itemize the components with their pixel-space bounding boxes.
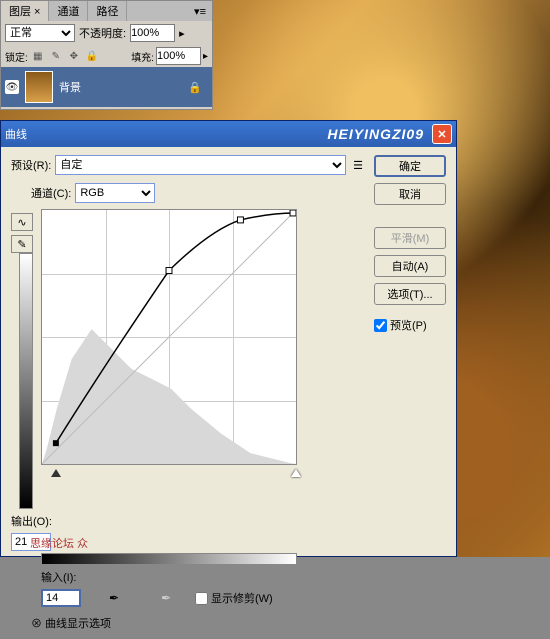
show-clipping-checkbox[interactable]: 显示修剪(W) [195,590,273,606]
curve-grid[interactable] [41,209,297,465]
auto-button[interactable]: 自动(A) [374,255,446,277]
fill-arrow-icon[interactable]: ▸ [203,51,208,62]
fill-label: 填充: [131,49,154,64]
gray-eyedropper-icon[interactable]: ✒ [131,589,149,607]
output-gradient [19,253,33,509]
visibility-icon[interactable]: 👁 [5,80,19,94]
blend-mode-select[interactable]: 正常 [5,24,75,42]
preset-select[interactable]: 自定 [55,155,346,175]
tab-channels[interactable]: 通道 [49,1,88,21]
dialog-brand: HEIYINGZI09 [27,126,432,142]
input-input[interactable] [41,589,81,607]
preset-label: 预设(R): [11,157,51,173]
options-button[interactable]: 选项(T)... [374,283,446,305]
dialog-title: 曲线 [5,126,27,142]
curve-line[interactable] [42,210,296,464]
watermark: 思缘论坛 众 [30,535,88,551]
close-icon[interactable]: ✕ [432,124,452,144]
preview-checkbox[interactable]: 预览(P) [374,317,446,333]
opacity-arrow-icon[interactable]: ▸ [179,27,185,40]
panel-menu-icon[interactable]: ▾≡ [188,5,212,18]
expand-icon[interactable]: ⊗ [31,618,42,630]
channel-select[interactable]: RGB [75,183,155,203]
layer-name: 背景 [59,79,81,95]
lock-paint-icon[interactable]: ✎ [48,48,64,64]
display-options-label[interactable]: 曲线显示选项 [45,618,111,630]
cancel-button[interactable]: 取消 [374,183,446,205]
layer-thumbnail[interactable] [25,71,53,103]
lock-transparency-icon[interactable]: ▦ [30,48,46,64]
layers-panel: 图层 × 通道 路径 ▾≡ 正常 不透明度: ▸ 锁定: ▦ ✎ ✥ 🔒 填充:… [0,0,213,110]
layer-row[interactable]: 👁 背景 🔒 [1,67,212,107]
show-clipping-input[interactable] [195,592,208,605]
opacity-input[interactable] [130,24,175,42]
lock-label: 锁定: [5,49,28,64]
smooth-button: 平滑(M) [374,227,446,249]
preset-menu-icon[interactable]: ☰ [350,157,366,173]
ok-button[interactable]: 确定 [374,155,446,177]
curves-dialog: 曲线 HEIYINGZI09 ✕ 预设(R): 自定 ☰ 通道(C): RGB … [0,120,457,557]
curve-draw-tool-icon[interactable]: ✎ [11,235,33,253]
input-gradient [41,553,297,565]
white-eyedropper-icon[interactable]: ✒ [157,589,175,607]
channel-label: 通道(C): [31,185,71,201]
output-label: 输出(O): [11,513,52,529]
panel-tabs: 图层 × 通道 路径 ▾≡ [1,1,212,21]
lock-indicator-icon: 🔒 [188,81,202,94]
lock-position-icon[interactable]: ✥ [66,48,82,64]
tab-layers[interactable]: 图层 × [1,1,49,21]
black-point-slider[interactable] [51,469,61,477]
curve-point-tool-icon[interactable]: ∿ [11,213,33,231]
preview-input[interactable] [374,319,387,332]
lock-all-icon[interactable]: 🔒 [84,48,100,64]
white-point-slider[interactable] [291,469,301,477]
input-label: 输入(I): [41,569,76,585]
black-eyedropper-icon[interactable]: ✒ [105,589,123,607]
opacity-label: 不透明度: [79,25,126,41]
fill-input[interactable] [156,47,201,65]
tab-paths[interactable]: 路径 [88,1,127,21]
dialog-titlebar[interactable]: 曲线 HEIYINGZI09 ✕ [1,121,456,147]
